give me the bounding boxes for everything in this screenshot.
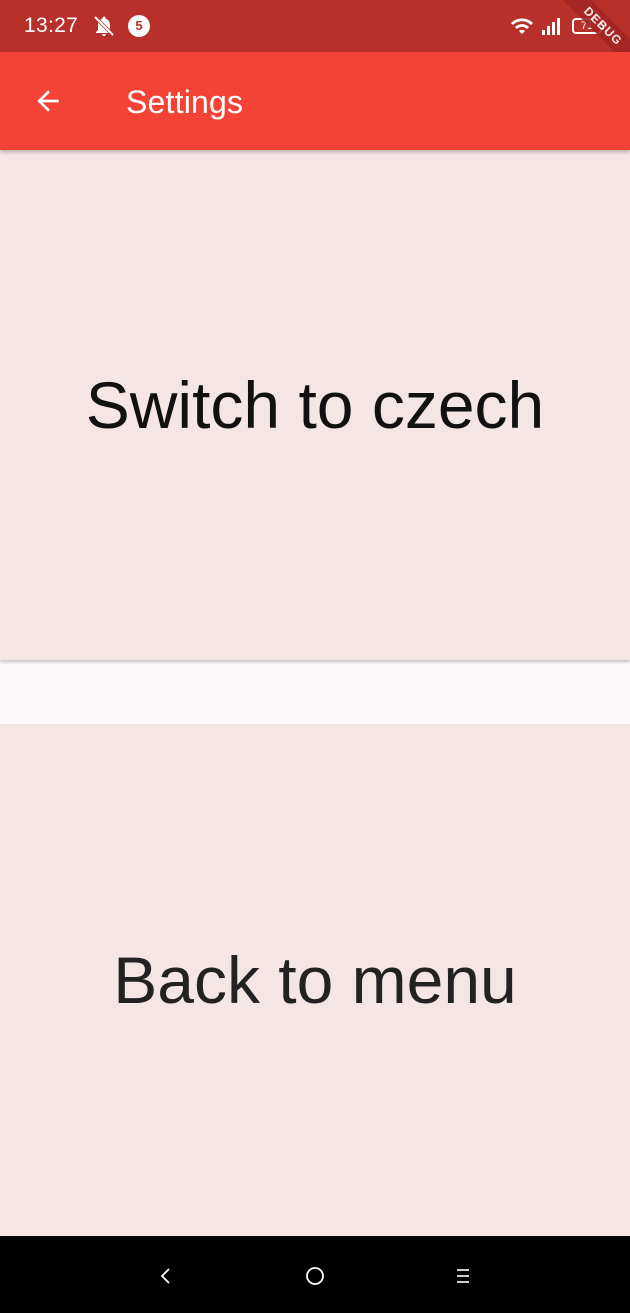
bell-off-icon (92, 14, 116, 38)
app-bar: Settings (0, 52, 630, 150)
status-bar: 13:27 5 71 DEBUG (0, 0, 630, 52)
back-to-menu-label: Back to menu (113, 943, 517, 1017)
back-button[interactable] (22, 77, 74, 129)
wifi-icon (510, 14, 534, 38)
page-title: Settings (126, 84, 244, 120)
switch-language-label: Switch to czech (85, 368, 545, 442)
nav-home-icon[interactable] (299, 1260, 331, 1292)
message-badge-icon: 5 (128, 15, 150, 37)
status-time: 13:27 (24, 14, 79, 37)
nav-menu-icon[interactable] (447, 1260, 479, 1292)
arrow-back-icon (32, 85, 64, 122)
back-to-menu-button[interactable]: Back to menu (0, 724, 630, 1236)
nav-back-icon[interactable] (150, 1260, 182, 1292)
system-navigation-bar (0, 1236, 630, 1313)
signal-icon (540, 14, 564, 38)
switch-language-button[interactable]: Switch to czech (0, 150, 630, 660)
